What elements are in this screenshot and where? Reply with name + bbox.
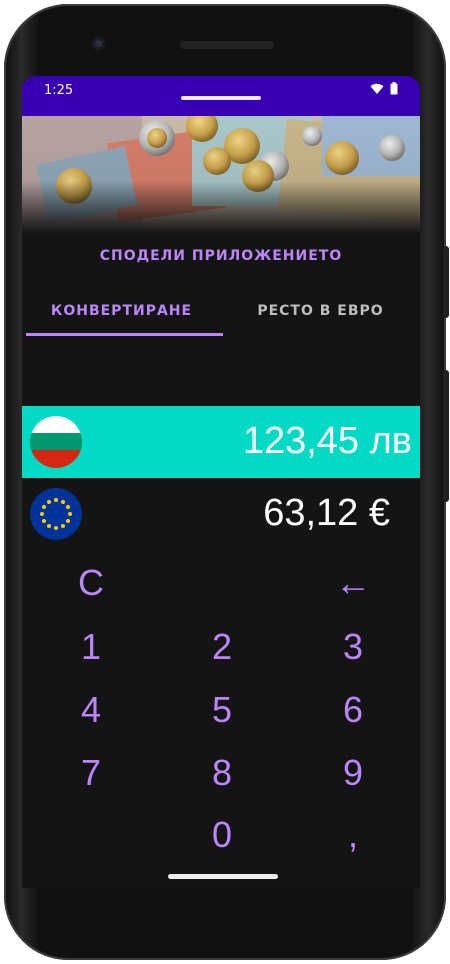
wifi-icon (370, 83, 384, 94)
eur-amount: 63,12 € (263, 492, 390, 534)
key-1[interactable]: 1 (25, 616, 157, 678)
bgn-amount: 123,45 лв (242, 420, 412, 462)
backspace-key[interactable]: ← (287, 552, 419, 614)
volume-rocker[interactable] (443, 370, 449, 502)
power-button[interactable] (443, 246, 449, 318)
tab-convert[interactable]: КОНВЕРТИРАНЕ (22, 290, 221, 336)
key-2[interactable]: 2 (156, 616, 288, 678)
key-8[interactable]: 8 (156, 742, 288, 804)
decimal-key[interactable]: , (287, 804, 419, 866)
home-gesture-bar[interactable] (168, 874, 278, 879)
clear-key[interactable]: C (25, 552, 157, 614)
status-icons (370, 82, 398, 95)
earpiece-speaker (180, 41, 274, 49)
battery-icon (390, 82, 398, 95)
banner-image (22, 116, 420, 234)
gesture-pill (181, 96, 261, 100)
eu-flag-icon (30, 488, 82, 540)
share-app-button[interactable]: СПОДЕЛИ ПРИЛОЖЕНИЕТО (22, 248, 420, 264)
key-4[interactable]: 4 (25, 679, 157, 741)
key-6[interactable]: 6 (287, 679, 419, 741)
key-3[interactable]: 3 (287, 616, 419, 678)
active-tab-indicator (26, 333, 223, 336)
bulgaria-flag-icon (30, 416, 82, 468)
bgn-amount-row[interactable]: 123,45 лв (22, 406, 420, 478)
status-time: 1:25 (44, 83, 74, 98)
key-0[interactable]: 0 (156, 804, 288, 866)
tab-change-in-euro[interactable]: РЕСТО В ЕВРО (221, 290, 420, 336)
app-screen: 1:25 СПОДЕЛИ ПРИЛОЖЕНИЕТО КОНВЕРТИРАНЕ Р… (22, 76, 420, 888)
key-9[interactable]: 9 (287, 742, 419, 804)
key-5[interactable]: 5 (156, 679, 288, 741)
front-camera (92, 37, 105, 50)
eur-amount-row[interactable]: 63,12 € (22, 478, 420, 550)
tab-bar: КОНВЕРТИРАНЕ РЕСТО В ЕВРО (22, 290, 420, 336)
status-bar: 1:25 (22, 76, 420, 116)
key-7[interactable]: 7 (25, 742, 157, 804)
